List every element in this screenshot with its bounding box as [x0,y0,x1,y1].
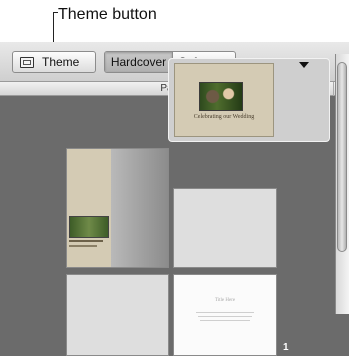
page-thumbnail-left[interactable] [66,148,169,268]
hardcover-segment[interactable]: Hardcover [105,52,173,72]
theme-icon [20,56,34,68]
page-number: 1 [283,342,289,353]
callout-tick [53,12,58,13]
page-text-line [196,312,254,313]
theme-button[interactable]: Theme [12,51,96,73]
theme-button-label: Theme [42,55,80,69]
page-title-mock: Title Here [214,298,236,303]
dropdown-arrow-icon[interactable] [299,62,309,68]
page-thumbnail-blank[interactable] [66,274,169,356]
page-text-line [69,240,103,242]
pages-scroll-thumb[interactable] [337,62,347,252]
callout-label: Theme button [58,6,157,23]
page-photo [69,216,109,238]
page-thumbnail-title[interactable] [173,274,277,356]
page-text-line [200,320,250,321]
page-text-line [198,316,252,317]
page-text-line [69,245,97,247]
cover-caption: Celebrating our Wedding [193,114,255,120]
page-thumbnail-blank[interactable] [173,188,277,268]
cover-photo [199,82,243,111]
